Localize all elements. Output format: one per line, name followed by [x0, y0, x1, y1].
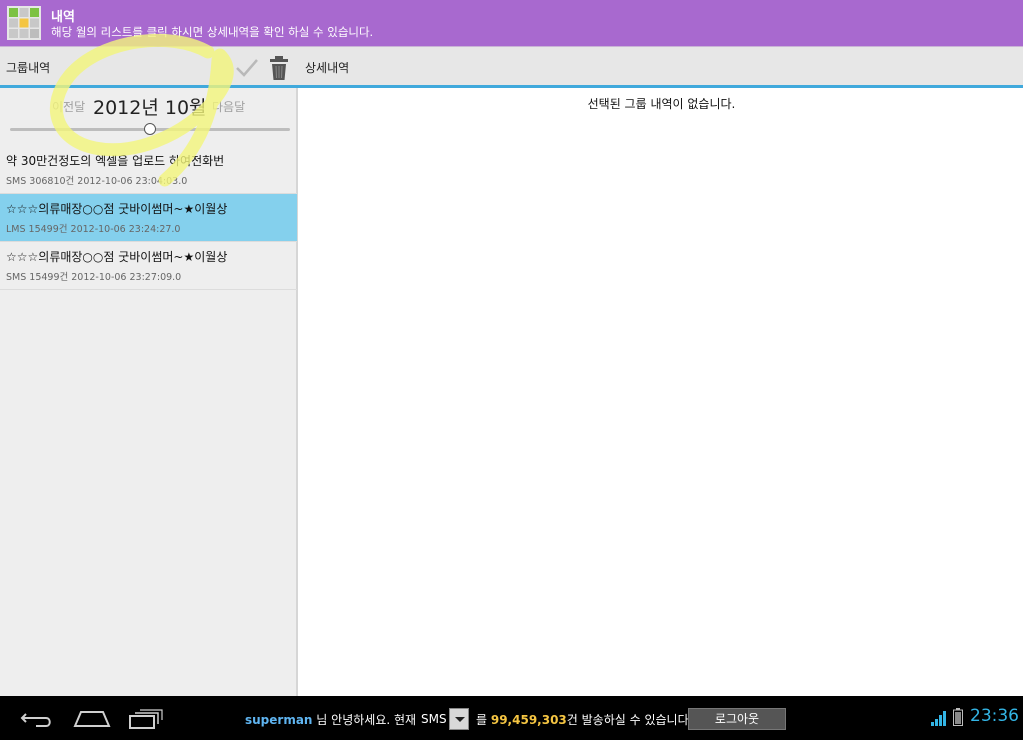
check-icon[interactable]	[234, 56, 260, 80]
list-item-subtitle: LMS 15499건 2012-10-06 23:24:27.0	[6, 224, 181, 235]
window-subtitle: 해당 월의 리스트를 클릭 하시면 상세내역을 확인 하실 수 있습니다.	[51, 25, 374, 39]
empty-detail-message: 선택된 그룹 내역이 없습니다.	[587, 97, 736, 111]
logout-button[interactable]: 로그아웃	[688, 708, 786, 730]
action-bar: 그룹내역 상세내역	[0, 46, 1023, 86]
app-window: 내역 해당 월의 리스트를 클릭 하시면 상세내역을 확인 하실 수 있습니다.…	[0, 0, 1023, 740]
back-icon[interactable]	[20, 706, 54, 730]
clock: 23:36	[970, 706, 1019, 726]
sendable-count: 99,459,303	[490, 713, 567, 727]
calendar-app-icon	[7, 6, 41, 40]
list-item-title: ☆☆☆의류매장○○점 굿바이썸머~★이월상	[6, 202, 228, 216]
greeting-suffix: 님 안녕하세요. 현재	[312, 713, 417, 727]
detail-pane: 선택된 그룹 내역이 없습니다.	[300, 88, 1023, 696]
system-bar: superman 님 안녕하세요. 현재 SMS 를 99,459,303건 발…	[0, 696, 1023, 740]
detail-history-label: 상세내역	[305, 61, 350, 75]
list-item[interactable]: ☆☆☆의류매장○○점 굿바이썸머~★이월상 SMS 15499건 2012-10…	[0, 242, 297, 290]
group-history-label: 그룹내역	[6, 61, 51, 75]
group-list-pane: 이전달 2012년 10월 다음달 약 30만건정도의 엑셀을 업로드 하여전화…	[0, 88, 298, 696]
next-month-button[interactable]: 다음달	[212, 98, 245, 115]
list-item[interactable]: 약 30만건정도의 엑셀을 업로드 하여전화번 SMS 306810건 2012…	[0, 146, 297, 194]
list-item-subtitle: SMS 15499건 2012-10-06 23:27:09.0	[6, 272, 182, 283]
recent-apps-icon[interactable]	[128, 706, 164, 730]
month-title: 2012년 10월	[93, 97, 207, 119]
chevron-down-icon	[455, 717, 465, 722]
list-item-title: ☆☆☆의류매장○○점 굿바이썸머~★이월상	[6, 250, 228, 264]
message-type-value: SMS	[421, 712, 447, 726]
username: superman	[245, 713, 313, 727]
list-item-title: 약 30만건정도의 엑셀을 업로드 하여전화번	[6, 154, 225, 168]
signal-icon	[931, 711, 946, 726]
message-type-dropdown[interactable]	[449, 708, 469, 730]
sendable-count-text: 를 99,459,303건 발송하실 수 있습니다.	[476, 711, 692, 728]
window-title: 내역	[51, 10, 75, 25]
list-item-selected[interactable]: ☆☆☆의류매장○○점 굿바이썸머~★이월상 LMS 15499건 2012-10…	[0, 194, 297, 242]
send-prefix: 를	[476, 713, 491, 727]
greeting-text: superman 님 안녕하세요. 현재	[245, 711, 416, 728]
month-slider-thumb[interactable]	[144, 123, 156, 135]
group-list: 약 30만건정도의 엑셀을 업로드 하여전화번 SMS 306810건 2012…	[0, 146, 297, 290]
prev-month-button[interactable]: 이전달	[52, 98, 85, 115]
trash-icon[interactable]	[268, 55, 290, 81]
list-item-subtitle: SMS 306810건 2012-10-06 23:04:03.0	[6, 176, 188, 187]
battery-icon	[953, 708, 963, 726]
home-icon[interactable]	[73, 706, 111, 730]
send-suffix: 건 발송하실 수 있습니다.	[566, 713, 693, 727]
title-bar: 내역 해당 월의 리스트를 클릭 하시면 상세내역을 확인 하실 수 있습니다.	[0, 0, 1023, 46]
